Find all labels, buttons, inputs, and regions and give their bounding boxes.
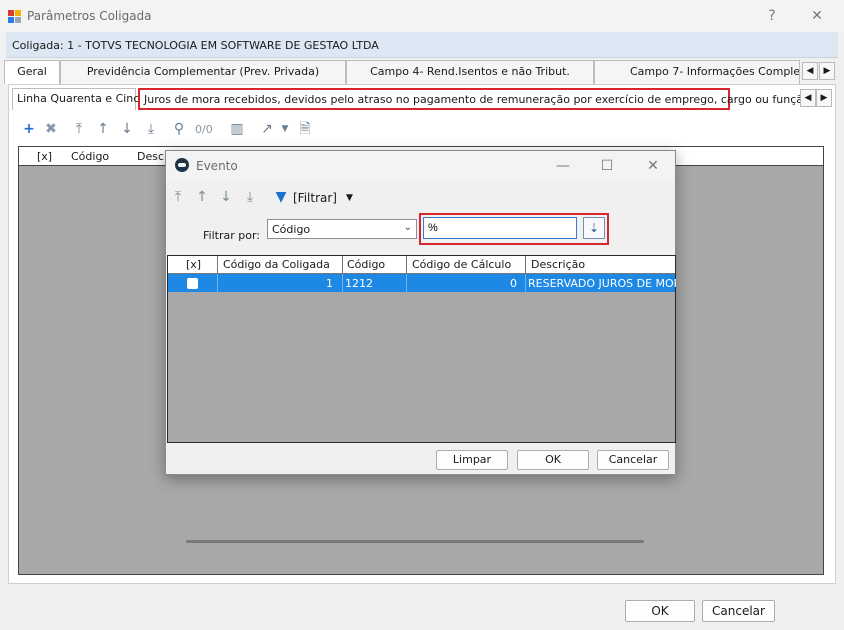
dlg-last-icon[interactable]: ⤓	[241, 189, 259, 207]
next-record-icon[interactable]: ↓	[118, 120, 136, 138]
dialog-grid-header: [x] Código da Coligada Código Código de …	[168, 256, 675, 274]
dialog-cancel-button[interactable]: Cancelar	[597, 450, 669, 470]
tab-row-secondary: Linha Quarenta e Cinco Juros de mora rec…	[12, 88, 832, 110]
app-icon	[8, 10, 21, 23]
table-row[interactable]: 1 1212 0 RESERVADO JUROS DE MOR	[168, 274, 676, 292]
export-icon[interactable]: ↗	[258, 120, 276, 138]
coligada-bar: Coligada: 1 - TOTVS TECNOLOGIA EM SOFTWA…	[6, 32, 838, 58]
col-check[interactable]: [x]	[186, 258, 201, 271]
chevron-down-icon: ⌄	[403, 222, 412, 233]
row-checkbox[interactable]	[187, 278, 198, 289]
delete-icon[interactable]: ✖	[42, 120, 60, 138]
filter-field-select[interactable]: Código ⌄	[267, 219, 417, 239]
totvs-logo-icon	[175, 158, 189, 172]
dialog-grid: [x] Código da Coligada Código Código de …	[167, 255, 676, 543]
tab-previdencia[interactable]: Previdência Complementar (Prev. Privada)	[60, 60, 346, 84]
filter-dropdown-icon[interactable]: ▼	[346, 193, 353, 203]
col-descricao[interactable]: Descrição	[531, 258, 585, 271]
dialog-ok-button[interactable]: OK	[517, 450, 589, 470]
main-toolbar: + ✖ ⤒ ↑ ↓ ⤓ ⚲ 0/0 ▥ ↗ ▼ 🗎	[18, 118, 824, 142]
filter-button[interactable]: [Filtrar]	[293, 191, 337, 205]
tab2-scroll-right-icon[interactable]: ▶	[816, 89, 832, 107]
tab2-scroll-left-icon[interactable]: ◀	[800, 89, 816, 107]
window-title: Parâmetros Coligada	[27, 9, 152, 23]
cell-coligada: 1	[326, 277, 333, 290]
maximize-icon[interactable]: ☐	[596, 156, 618, 176]
filter-icon[interactable]: ▼	[272, 189, 290, 207]
col-codigo-coligada[interactable]: Código da Coligada	[223, 258, 330, 271]
col-check[interactable]: [x]	[37, 150, 52, 163]
dlg-first-icon[interactable]: ⤒	[169, 189, 187, 207]
tab-linha-45[interactable]: Linha Quarenta e Cinco	[12, 88, 146, 110]
cell-descricao: RESERVADO JUROS DE MOR	[528, 277, 676, 290]
tab-geral[interactable]: Geral	[4, 60, 60, 84]
page-count: 0/0	[195, 123, 213, 136]
apply-filter-icon[interactable]: ⇣	[583, 217, 605, 239]
col-codigo[interactable]: Código	[347, 258, 385, 271]
cell-codigo: 1212	[345, 277, 373, 290]
dialog-title: Evento	[196, 159, 238, 173]
tab-campo7[interactable]: Campo 7- Informações Complementares	[594, 60, 800, 84]
help-button[interactable]: ?	[761, 6, 783, 26]
dialog-title-bar: Evento — ☐ ✕	[166, 151, 675, 181]
search-icon[interactable]: ⚲	[170, 120, 188, 138]
ok-button[interactable]: OK	[625, 600, 695, 622]
cancel-button[interactable]: Cancelar	[702, 600, 775, 622]
chevron-down-icon[interactable]: ▼	[276, 120, 294, 138]
col-codigo-calculo[interactable]: Código de Cálculo	[412, 258, 511, 271]
dialog-close-icon[interactable]: ✕	[642, 156, 664, 176]
cell-calculo: 0	[510, 277, 517, 290]
minimize-icon[interactable]: —	[552, 156, 574, 176]
close-window-button[interactable]: ✕	[806, 6, 828, 26]
last-record-icon[interactable]: ⤓	[142, 120, 160, 138]
columns-icon[interactable]: ▥	[228, 120, 246, 138]
horizontal-scrollbar[interactable]	[186, 540, 644, 543]
search-input[interactable]	[423, 217, 577, 239]
document-icon[interactable]: 🗎	[296, 120, 314, 138]
tab-scroll-right-icon[interactable]: ▶	[819, 62, 835, 80]
add-icon[interactable]: +	[20, 120, 38, 138]
tab-row-primary: Geral Previdência Complementar (Prev. Pr…	[4, 60, 836, 84]
first-record-icon[interactable]: ⤒	[70, 120, 88, 138]
col-codigo[interactable]: Código	[71, 150, 109, 163]
coligada-label: Coligada: 1 - TOTVS TECNOLOGIA EM SOFTWA…	[12, 39, 379, 52]
title-bar: Parâmetros Coligada ? ✕	[0, 0, 844, 32]
clear-button[interactable]: Limpar	[436, 450, 508, 470]
dlg-prev-icon[interactable]: ↑	[193, 189, 211, 207]
filter-field-value: Código	[272, 223, 311, 236]
prev-record-icon[interactable]: ↑	[94, 120, 112, 138]
tab-scroll-left-icon[interactable]: ◀	[802, 62, 818, 80]
tab-campo4[interactable]: Campo 4- Rend.Isentos e não Tribut.	[346, 60, 594, 84]
dlg-next-icon[interactable]: ↓	[217, 189, 235, 207]
filter-label: Filtrar por:	[203, 229, 260, 242]
tab-juros-mora[interactable]: Juros de mora recebidos, devidos pelo at…	[138, 88, 810, 110]
evento-dialog: Evento — ☐ ✕ ⤒ ↑ ↓ ⤓ ▼ [Filtrar] ▼ Filtr…	[165, 150, 676, 543]
